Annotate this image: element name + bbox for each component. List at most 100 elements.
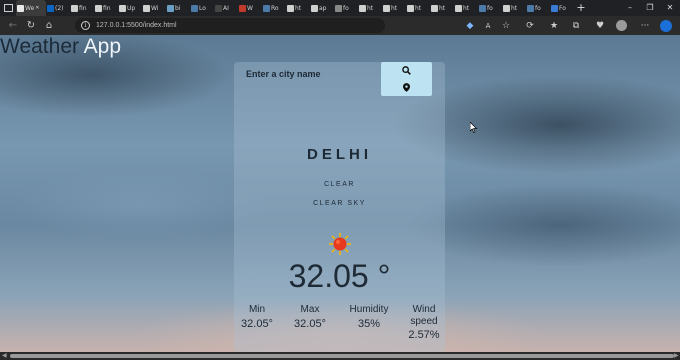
browser-tab[interactable]: ht <box>502 0 526 16</box>
address-url: 127.0.0.1:5500/index.html <box>96 22 177 29</box>
tab-label: (2) <box>55 4 64 12</box>
refresh-icon[interactable]: ↻ <box>22 16 40 35</box>
sun-icon <box>329 233 351 255</box>
tab-label: Ro <box>271 4 279 12</box>
minimize-button[interactable]: – <box>620 0 640 16</box>
browser-tab[interactable]: Lo <box>190 0 214 16</box>
browser-tab[interactable]: fo <box>478 0 502 16</box>
browser-tab[interactable]: ht <box>358 0 382 16</box>
copilot-icon[interactable] <box>657 16 675 35</box>
address-bar[interactable]: i 127.0.0.1:5500/index.html <box>75 18 385 33</box>
scrollbar-thumb[interactable] <box>10 354 674 358</box>
tab-favicon-icon <box>239 4 246 12</box>
tab-bar: We ✕ (2) fin fin Up Wi bi Lo AI W Ro ht ap fo ht ht ht ht h… <box>0 0 680 16</box>
browser-tab[interactable]: fo <box>334 0 358 16</box>
humidity-stat: Humidity 35% <box>340 304 398 330</box>
tab-favicon-icon <box>311 4 318 12</box>
browser-tab[interactable]: ht <box>286 0 310 16</box>
tab-favicon-icon <box>431 4 438 12</box>
tab-label: Up <box>127 4 136 12</box>
collections-icon[interactable]: ⧉ <box>567 16 585 35</box>
browser-tab[interactable]: ht <box>430 0 454 16</box>
horizontal-scrollbar[interactable]: ◀ ▶ <box>0 352 680 360</box>
browser-tab[interactable]: fin <box>70 0 94 16</box>
browser-tab[interactable]: Fo <box>550 0 574 16</box>
home-icon[interactable]: ⌂ <box>40 16 58 35</box>
tab-favicon-icon <box>191 4 198 12</box>
app-title: Weather App <box>0 35 121 59</box>
browser-tab[interactable]: Wi <box>142 0 166 16</box>
info-icon[interactable]: i <box>81 21 90 30</box>
min-value: 32.05° <box>241 318 273 330</box>
back-icon[interactable]: ← <box>4 16 22 35</box>
tab-favicon-icon <box>455 4 462 12</box>
browser-tab[interactable]: fo <box>526 0 550 16</box>
tab-favicon-icon <box>167 4 174 12</box>
tag-icon[interactable]: ◆ <box>461 16 479 35</box>
tab-label: ht <box>295 4 302 12</box>
tab-favicon-icon <box>287 4 294 12</box>
avatar[interactable] <box>612 16 630 35</box>
more-options-icon[interactable]: ··· <box>636 16 654 35</box>
shield-icon[interactable]: ♥ <box>591 16 609 35</box>
tab-favicon-icon <box>215 4 222 12</box>
app-title-part2: App <box>83 35 122 58</box>
tab-favicon-icon <box>335 4 342 12</box>
browser-tab[interactable]: (2) <box>46 0 70 16</box>
window-menu-icon[interactable] <box>0 0 16 16</box>
tab-favicon-icon <box>263 4 270 12</box>
tab-label: Wi <box>151 4 159 12</box>
tab-favicon-icon <box>479 4 486 12</box>
tab-favicon-icon <box>527 4 534 12</box>
browser-tab[interactable]: Ro <box>262 0 286 16</box>
tab-label: fo <box>343 4 349 12</box>
browser-tab[interactable]: ht <box>406 0 430 16</box>
browser-tab[interactable]: W <box>238 0 262 16</box>
min-temp-stat: Min 32.05° <box>234 304 280 330</box>
scroll-right-icon[interactable]: ▶ <box>674 352 679 360</box>
browser-tab[interactable]: We ✕ <box>16 0 46 16</box>
tab-favicon-icon <box>17 4 24 12</box>
wind-label: Wind speed <box>410 304 438 327</box>
tab-favicon-icon <box>71 4 78 12</box>
humidity-label: Humidity <box>349 304 389 315</box>
extensions-icon[interactable]: ⟳ <box>521 16 539 35</box>
tab-label: ap <box>319 4 327 12</box>
browser-tab[interactable]: ht <box>382 0 406 16</box>
browser-tab[interactable]: ap <box>310 0 334 16</box>
tab-label: AI <box>223 4 229 12</box>
new-tab-button[interactable]: + <box>574 0 588 16</box>
humidity-value: 35% <box>357 318 381 330</box>
tab-label: fo <box>487 4 493 12</box>
tab-favicon-icon <box>47 4 54 12</box>
wind-speed-stat: Wind speed 2.57% <box>402 304 446 341</box>
min-label: Min <box>248 304 266 315</box>
favorite-add-icon[interactable]: ☆ <box>497 16 515 35</box>
tab-label: ht <box>463 4 470 12</box>
current-location-button[interactable] <box>381 79 432 96</box>
search-button[interactable] <box>381 62 432 79</box>
tab-label: W <box>247 4 253 12</box>
scroll-left-icon[interactable]: ◀ <box>2 352 7 360</box>
tab-favicon-icon <box>551 4 558 12</box>
weather-description: CLEAR SKY <box>313 200 366 207</box>
browser-tab[interactable]: ht <box>454 0 478 16</box>
close-window-button[interactable]: ✕ <box>660 0 680 16</box>
tab-favicon-icon <box>119 4 126 12</box>
city-search-input[interactable] <box>246 67 376 81</box>
max-label: Max <box>300 304 320 315</box>
favorites-icon[interactable]: ★ <box>545 16 563 35</box>
browser-tab[interactable]: bi <box>166 0 190 16</box>
tab-label: ht <box>391 4 398 12</box>
maximize-button[interactable]: ❐ <box>640 0 660 16</box>
tab-label: ht <box>367 4 374 12</box>
tab-favicon-icon <box>359 4 366 12</box>
browser-tab[interactable]: fin <box>94 0 118 16</box>
browser-tab[interactable]: AI <box>214 0 238 16</box>
tab-close-icon[interactable]: ✕ <box>35 5 39 11</box>
tab-favicon-icon <box>383 4 390 12</box>
tab-label: bi <box>175 4 181 12</box>
read-aloud-icon[interactable]: A <box>479 16 497 35</box>
browser-tab[interactable]: Up <box>118 0 142 16</box>
tab-label: fo <box>535 4 541 12</box>
